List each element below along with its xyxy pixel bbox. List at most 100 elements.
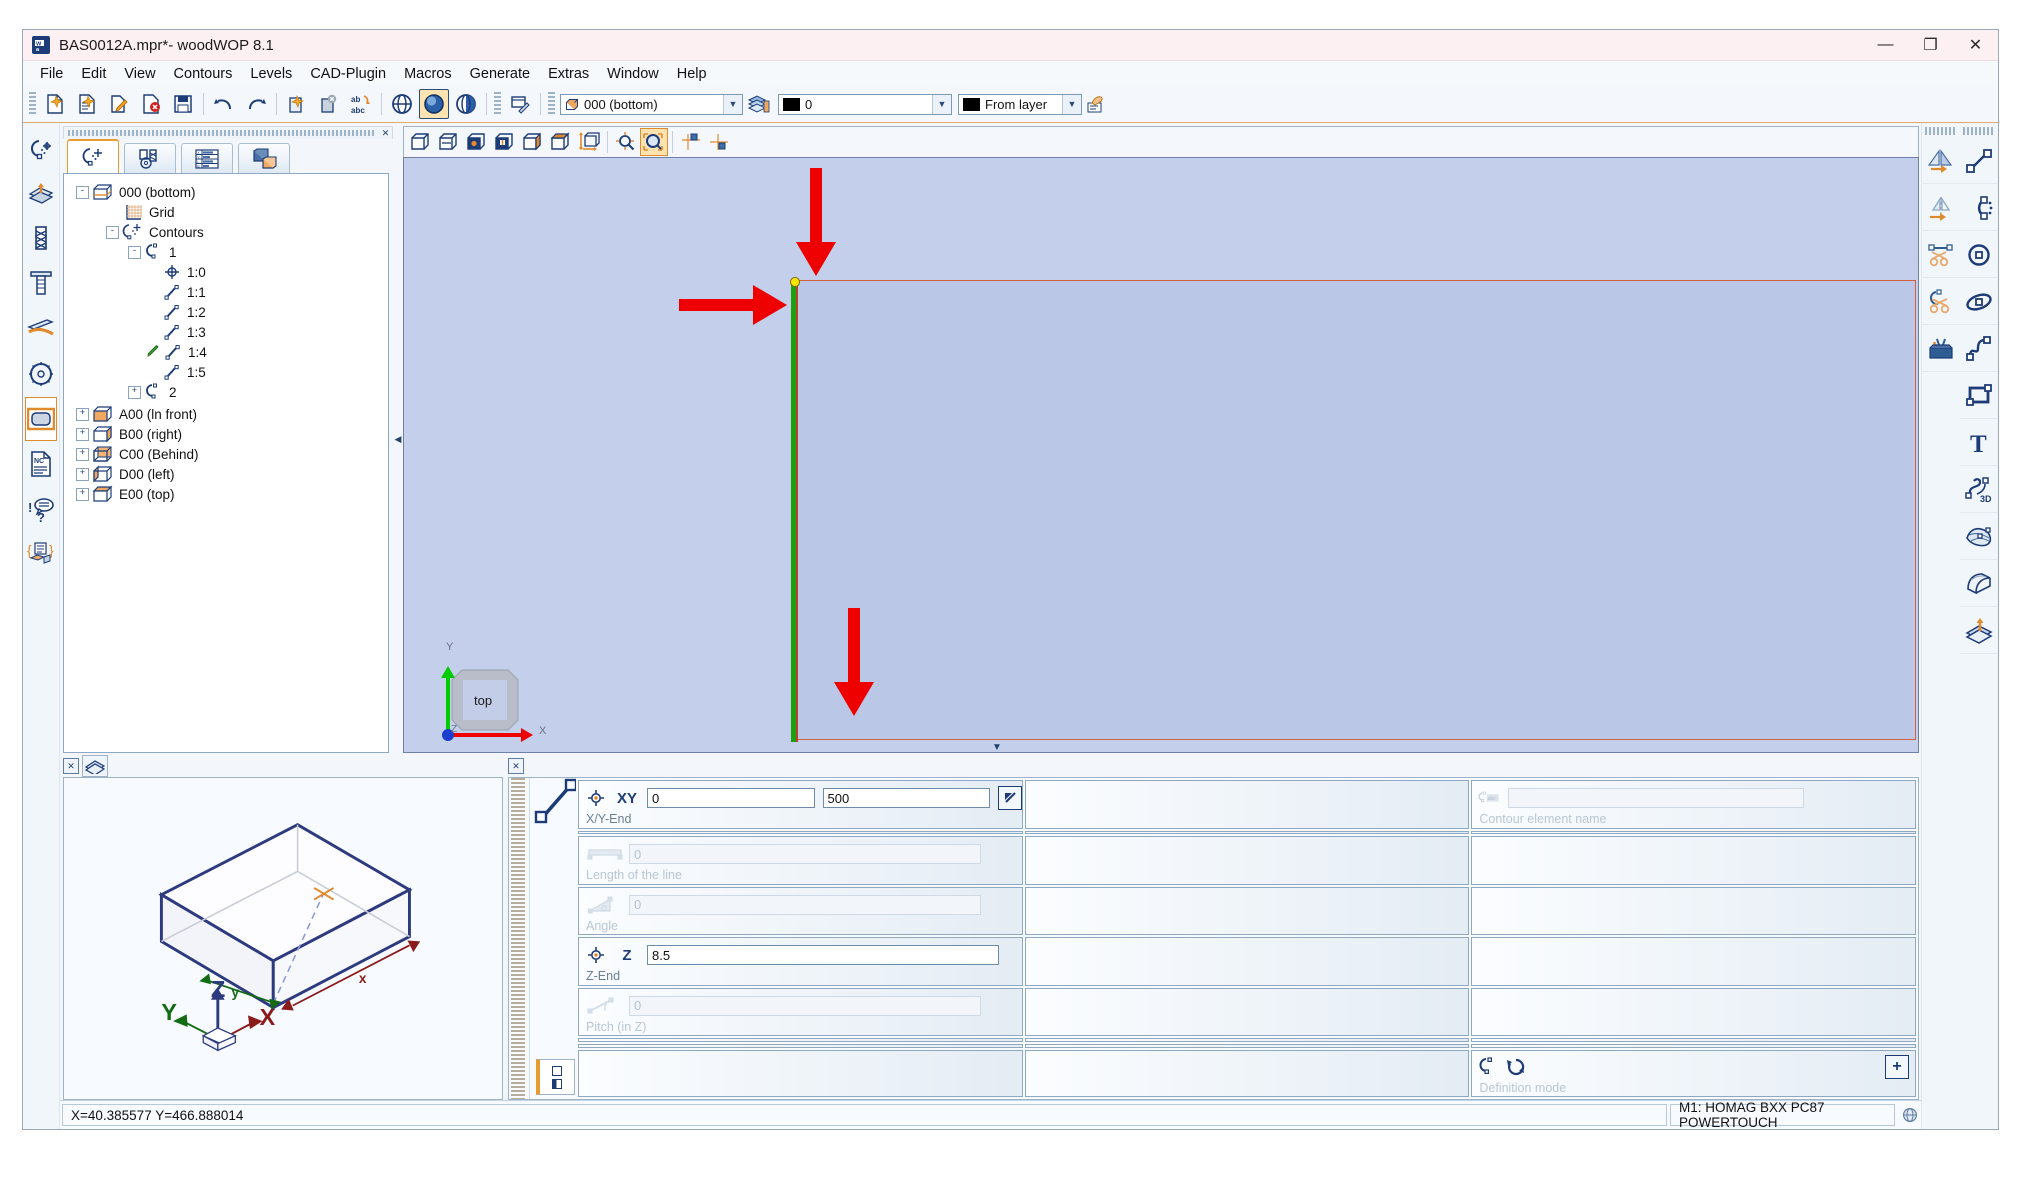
snap-corner-icon[interactable] [705,128,733,156]
level-tree[interactable]: - 000 (bottom) Grid - Contours - 1 1:0 1… [63,173,389,753]
view-wireframe-icon[interactable] [407,128,435,156]
length-input[interactable]: 0 [629,844,981,865]
close-icon[interactable]: ✕ [379,127,392,139]
close-button[interactable]: ✕ [1953,30,1998,60]
y-end-input[interactable]: 500 [822,788,990,808]
trim-line-icon[interactable] [1922,231,1960,278]
view-front-icon[interactable] [463,128,491,156]
tree-node-1-4[interactable]: 1:4 [76,342,388,362]
tree-node-contour-2[interactable]: + 2 [76,382,388,402]
chevron-down-icon[interactable]: ▼ [723,94,742,114]
menu-generate[interactable]: Generate [461,63,539,85]
tree-panel-grip[interactable]: ✕ [63,126,393,139]
right-toolbar-grip-2[interactable] [1963,127,1995,135]
tab-machining[interactable] [124,143,176,173]
mirror-icon[interactable] [1922,184,1960,231]
close-icon[interactable]: ✕ [63,758,79,774]
delete-variant-icon[interactable] [314,89,344,119]
component-frame-icon[interactable] [25,397,57,441]
color-combo[interactable]: From layer ▼ [958,93,1082,115]
expand-toggle[interactable]: - [76,185,89,199]
expand-toggle[interactable]: - [128,245,141,259]
right-toolbar-grip-1[interactable] [1925,127,1957,135]
tree-node-grid[interactable]: Grid [76,202,388,222]
view-top-icon[interactable] [547,128,575,156]
expand-toggle[interactable]: + [76,427,89,441]
contour-element-name-input[interactable] [1508,788,1805,808]
menu-contours[interactable]: Contours [165,63,242,85]
drawing-canvas[interactable]: Y X top Z ▼ [403,157,1919,753]
milling-tool-icon[interactable] [25,262,57,306]
curved-surface-icon[interactable] [1960,560,1998,607]
close-icon[interactable]: ✕ [508,758,524,774]
text-icon[interactable]: T [1960,419,1998,466]
menu-extras[interactable]: Extras [539,63,598,85]
definition-contour-icon[interactable] [1478,1056,1500,1077]
tab-contours[interactable] [67,139,119,173]
save-icon[interactable] [168,89,198,119]
undo-icon[interactable] [209,89,239,119]
tree-node-1-1[interactable]: 1:1 [76,282,388,302]
menu-help[interactable]: Help [668,63,716,85]
layer-combo[interactable]: 0 ▼ [778,93,952,115]
view-rotate-icon[interactable] [575,128,603,156]
chevron-down-icon[interactable]: ▼ [1062,94,1081,114]
arc-icon[interactable] [1960,184,1998,231]
pick-point-icon[interactable] [998,786,1022,810]
toolbar-grip-3[interactable] [548,92,555,116]
tree-node-c00-behind[interactable]: + C00 (Behind) [76,444,388,464]
saw-blade-icon[interactable] [25,352,57,396]
tree-node-b00-right[interactable]: + B00 (right) [76,424,388,444]
parameter-grip[interactable] [509,778,530,1099]
tree-node-contour-1[interactable]: - 1 [76,242,388,262]
view-left-icon[interactable] [491,128,519,156]
close-file-icon[interactable] [136,89,166,119]
menu-file[interactable]: File [31,63,72,85]
tree-node-a00-in-front[interactable]: + A00 (ln front) [76,404,388,424]
zoom-pan-icon[interactable] [612,128,640,156]
menu-levels[interactable]: Levels [241,63,301,85]
new-file-icon[interactable] [40,89,70,119]
menu-window[interactable]: Window [598,63,668,85]
circle-icon[interactable] [1960,231,1998,278]
rectangle-icon[interactable] [1960,372,1998,419]
globe-wireframe-icon[interactable] [387,89,417,119]
x-end-input[interactable]: 0 [647,788,815,808]
menu-cad-plugin[interactable]: CAD-Plugin [301,63,395,85]
chevron-down-icon[interactable]: ▼ [932,94,951,114]
redo-icon[interactable] [241,89,271,119]
view-right-icon[interactable] [519,128,547,156]
tree-node-d00-left[interactable]: + D00 (left) [76,464,388,484]
nc-document-icon[interactable]: NC [25,442,57,486]
zoom-window-icon[interactable] [640,128,668,156]
grooving-tool-icon[interactable] [25,307,57,351]
levels-stack-icon[interactable] [744,89,774,119]
properties-hand-icon[interactable] [1083,89,1113,119]
tree-node-e00-top[interactable]: + E00 (top) [76,484,388,504]
expand-toggle[interactable]: + [76,467,89,481]
spline-3d-icon[interactable]: 3D [1960,466,1998,513]
freeform-surface-icon[interactable] [1960,513,1998,560]
pocket-tool-icon[interactable] [25,172,57,216]
tab-components[interactable] [238,143,290,173]
tree-node-000-bottom[interactable]: - 000 (bottom) [76,182,388,202]
expand-toggle[interactable]: - [106,225,119,239]
expand-toggle[interactable]: + [76,487,89,501]
toolbar-grip-2[interactable] [494,92,501,116]
open-file-icon[interactable] [104,89,134,119]
canvas-collapse-handle[interactable]: ▼ [992,742,1002,752]
toolbox-icon[interactable] [1922,325,1960,372]
globe-shaded-icon[interactable] [451,89,481,119]
tab-workpiece[interactable]: X Y L B [181,143,233,173]
snap-grid-icon[interactable] [677,128,705,156]
new-from-template-icon[interactable] [72,89,102,119]
shaded-view-icon[interactable] [82,755,108,777]
tree-node-contours[interactable]: - Contours [76,222,388,242]
variables-list-icon[interactable]: { } [25,532,57,576]
expand-toggle[interactable]: + [128,385,141,399]
mirror-copy-icon[interactable] [1922,137,1960,184]
menu-edit[interactable]: Edit [72,63,115,85]
maximize-button[interactable]: ❐ [1908,30,1953,60]
drill-bit-icon[interactable] [25,217,57,261]
workpiece-3d-preview[interactable]: y x Y Z X [63,777,503,1100]
